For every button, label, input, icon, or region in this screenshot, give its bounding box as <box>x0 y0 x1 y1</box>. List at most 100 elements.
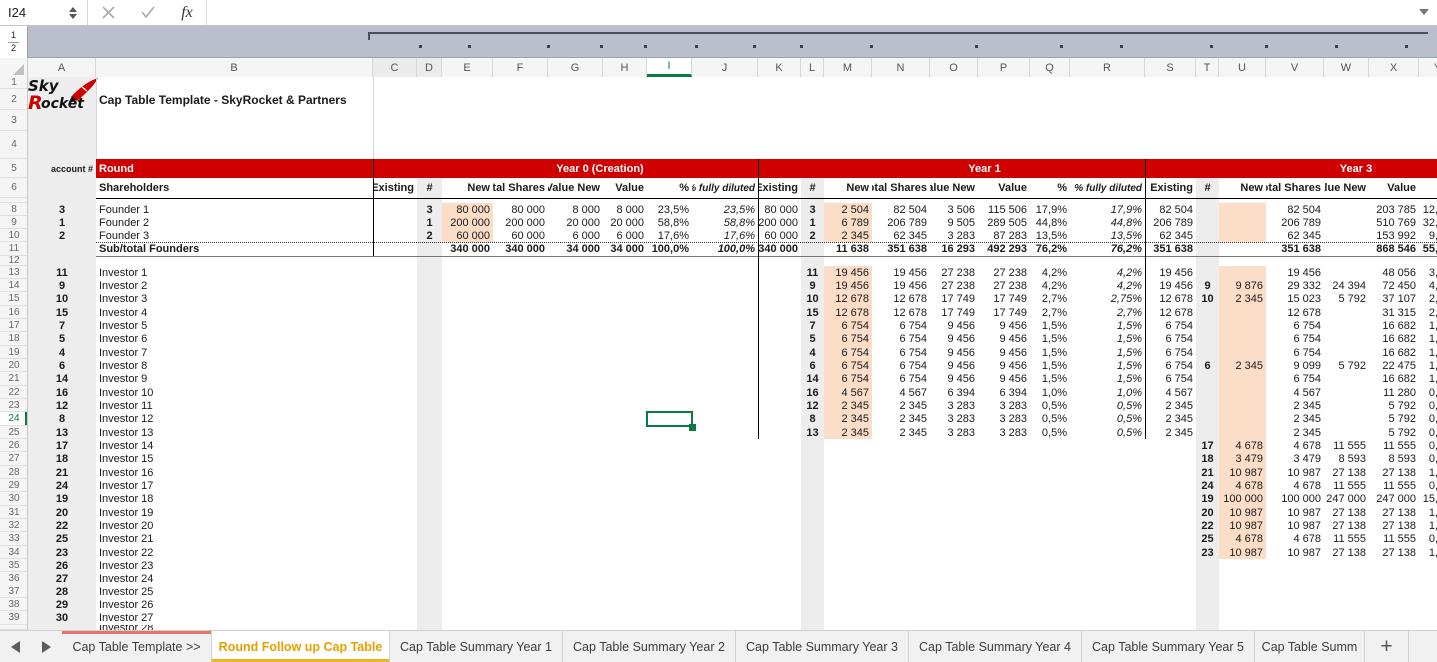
y3-valuenew[interactable]: 11 555 <box>1324 532 1369 546</box>
y1-pct[interactable]: 44,8% <box>1030 216 1070 229</box>
account-num[interactable]: 19 <box>28 492 96 506</box>
account-num[interactable]: 15 <box>28 306 96 319</box>
y3-pct[interactable]: 3,1% <box>1419 266 1437 279</box>
y1-fd[interactable]: 1,5% <box>1070 319 1145 332</box>
y1-valuenew[interactable]: 3 283 <box>930 426 978 439</box>
y1-pct[interactable]: 2,7% <box>1030 292 1070 306</box>
y3-value[interactable]: 11 280 <box>1369 386 1419 399</box>
col-subheader-S[interactable]: Existing <box>1145 178 1196 198</box>
y3-existing[interactable]: 12 678 <box>1145 292 1196 306</box>
y1-num[interactable]: 15 <box>801 306 824 319</box>
y3-num[interactable]: 17 <box>1196 439 1219 452</box>
shareholder-name[interactable]: Investor 6 <box>96 332 373 346</box>
y3-new[interactable]: 10 987 <box>1219 546 1266 559</box>
account-num[interactable]: 14 <box>28 372 96 386</box>
shareholder-name[interactable]: Investor 14 <box>96 439 373 452</box>
y3-total[interactable]: 10 987 <box>1266 519 1324 532</box>
row-header-36[interactable]: 36 <box>0 572 27 586</box>
y3-valuenew[interactable]: 5 792 <box>1324 359 1369 372</box>
y1-new[interactable]: 19 456 <box>824 279 872 292</box>
column-header-Y[interactable]: Y <box>1419 58 1437 77</box>
y3-existing[interactable]: 2 345 <box>1145 399 1196 412</box>
y3-total[interactable]: 4 567 <box>1266 386 1324 399</box>
y3-valuenew[interactable]: 27 138 <box>1324 546 1369 559</box>
y0-total[interactable]: 60 000 <box>493 229 548 242</box>
shareholder-name[interactable]: Founder 2 <box>96 216 373 229</box>
y3-pct[interactable]: 1,1% <box>1419 319 1437 332</box>
y3-num[interactable]: 10 <box>1196 292 1219 306</box>
y3-valuenew[interactable]: 11 555 <box>1324 439 1369 452</box>
y3-existing[interactable]: 6 754 <box>1145 372 1196 386</box>
account-num[interactable]: 23 <box>28 546 96 559</box>
y1-num[interactable]: 12 <box>801 399 824 412</box>
y0-value[interactable]: 6 000 <box>603 229 647 242</box>
shareholder-name[interactable]: Investor 15 <box>96 452 373 466</box>
column-header-X[interactable]: X <box>1369 58 1419 77</box>
y3-total[interactable]: 4 678 <box>1266 479 1324 492</box>
y1-fd[interactable]: 2,75% <box>1070 292 1145 306</box>
row-header-2[interactable]: 2 <box>0 89 27 110</box>
outline-level-2[interactable]: 2 <box>8 43 19 54</box>
y3-value[interactable]: 27 138 <box>1369 519 1419 532</box>
column-header-E[interactable]: E <box>442 58 493 77</box>
y3-pct[interactable]: 0,7% <box>1419 532 1437 546</box>
subtotal-y1-K[interactable]: 340 000 <box>758 242 801 256</box>
row-header-35[interactable]: 35 <box>0 559 27 572</box>
y1-new[interactable]: 6 754 <box>824 372 872 386</box>
col-subheader-X[interactable]: Value <box>1369 178 1419 198</box>
col-subheader-P[interactable]: Value <box>978 178 1030 198</box>
subtotal-y1-R[interactable]: 76,2% <box>1070 242 1145 256</box>
row-header-26[interactable]: 26 <box>0 439 27 452</box>
y3-total[interactable]: 100 000 <box>1266 492 1324 506</box>
y3-value[interactable]: 5 792 <box>1369 412 1419 426</box>
y3-valuenew[interactable]: 27 138 <box>1324 519 1369 532</box>
y3-new[interactable]: 4 678 <box>1219 479 1266 492</box>
y1-total[interactable]: 19 456 <box>872 266 930 279</box>
y3-pct[interactable]: 15,7% <box>1419 492 1437 506</box>
y3-num[interactable]: 22 <box>1196 519 1219 532</box>
y1-value[interactable]: 9 456 <box>978 359 1030 372</box>
y1-fd[interactable]: 1,5% <box>1070 359 1145 372</box>
y1-pct[interactable]: 0,5% <box>1030 399 1070 412</box>
col-subheader-W[interactable]: Value New <box>1324 178 1369 198</box>
y1-total[interactable]: 6 754 <box>872 346 930 359</box>
y1-value[interactable]: 3 283 <box>978 412 1030 426</box>
y3-total[interactable]: 12 678 <box>1266 306 1324 319</box>
y0-pct[interactable]: 17,6% <box>647 229 692 242</box>
name-box[interactable]: I24 <box>0 0 88 25</box>
y3-total[interactable]: 6 754 <box>1266 332 1324 346</box>
y0-value[interactable]: 20 000 <box>603 216 647 229</box>
y1-pct[interactable]: 1,0% <box>1030 386 1070 399</box>
y0-valuenew[interactable]: 20 000 <box>548 216 603 229</box>
account-num[interactable]: 8 <box>28 412 96 426</box>
sheet-tab-5[interactable]: Cap Table Summary Year 3 <box>736 631 909 662</box>
y1-fd[interactable]: 0,5% <box>1070 399 1145 412</box>
subtotal-label[interactable]: Sub/total Founders <box>96 242 373 256</box>
y1-total[interactable]: 12 678 <box>872 292 930 306</box>
y1-valuenew[interactable]: 3 506 <box>930 203 978 216</box>
y0-pct[interactable]: 58,8% <box>647 216 692 229</box>
y1-existing[interactable]: 80 000 <box>758 203 801 216</box>
account-num[interactable]: 24 <box>28 479 96 492</box>
y3-total[interactable]: 4 678 <box>1266 439 1324 452</box>
row-header-38[interactable]: 38 <box>0 598 27 611</box>
shareholder-name[interactable]: Investor 26 <box>96 598 373 611</box>
col-subheader-U[interactable]: New <box>1219 178 1266 198</box>
y3-value[interactable]: 22 475 <box>1369 359 1419 372</box>
y3-pct[interactable]: 1,1% <box>1419 332 1437 346</box>
y1-num[interactable]: 8 <box>801 412 824 426</box>
y3-pct[interactable]: 1,7% <box>1419 519 1437 532</box>
cancel-icon[interactable] <box>88 0 128 25</box>
y1-value[interactable]: 17 749 <box>978 306 1030 319</box>
y3-pct[interactable]: 0,4% <box>1419 426 1437 439</box>
shareholder-name[interactable]: Investor 25 <box>96 585 373 598</box>
prev-sheet-icon[interactable] <box>11 640 20 653</box>
shareholder-name[interactable]: Investor 1 <box>96 266 373 279</box>
y1-new[interactable]: 2 504 <box>824 203 872 216</box>
y3-valuenew[interactable]: 27 138 <box>1324 466 1369 479</box>
column-header-S[interactable]: S <box>1145 58 1196 77</box>
y1-value[interactable]: 115 506 <box>978 203 1030 216</box>
shareholders-header[interactable]: Shareholders <box>96 178 373 198</box>
y1-valuenew[interactable]: 6 394 <box>930 386 978 399</box>
y0-valuenew[interactable]: 6 000 <box>548 229 603 242</box>
